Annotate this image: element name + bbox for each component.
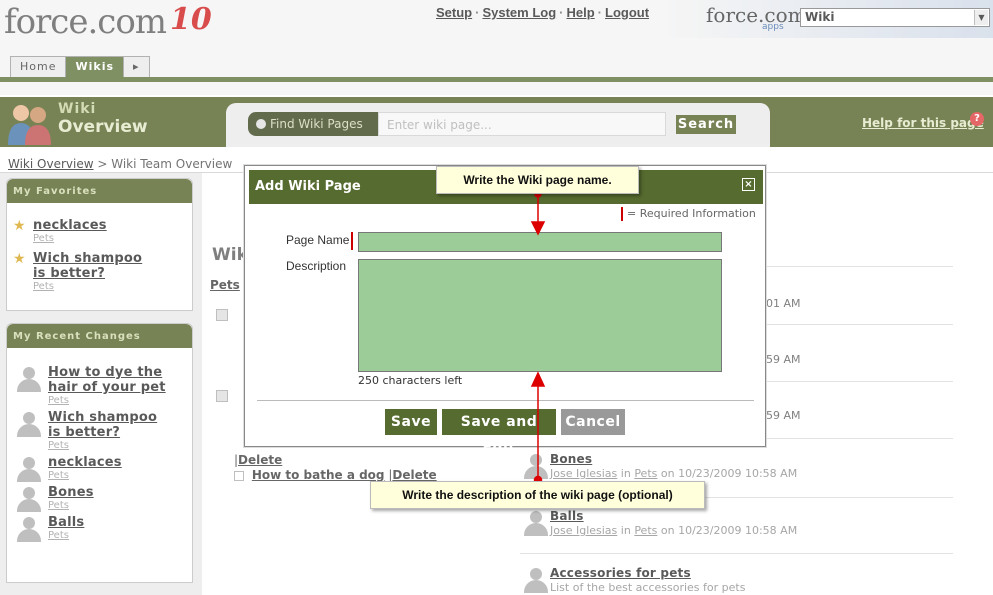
callout-description: Write the description of the wiki page (…: [370, 481, 705, 509]
page-name-input[interactable]: [358, 232, 722, 252]
cancel-button[interactable]: Cancel: [561, 409, 625, 435]
callout-page-name: Write the Wiki page name.: [436, 166, 639, 194]
description-textarea[interactable]: [358, 259, 722, 372]
divider: [257, 400, 754, 401]
add-wiki-page-dialog: Add Wiki Page × = Required Information P…: [244, 165, 766, 456]
required-marker: [621, 207, 623, 221]
required-info-text: = Required Information: [627, 207, 756, 220]
description-label: Description: [286, 259, 347, 273]
required-info-note: = Required Information: [621, 207, 756, 221]
required-marker: [351, 232, 353, 250]
save-and-edit-button[interactable]: Save and Edit: [442, 409, 556, 456]
close-icon[interactable]: ×: [742, 178, 755, 191]
save-button[interactable]: Save: [385, 409, 437, 435]
page-name-label: Page Name: [286, 233, 350, 247]
characters-left-counter: 250 characters left: [358, 374, 463, 387]
